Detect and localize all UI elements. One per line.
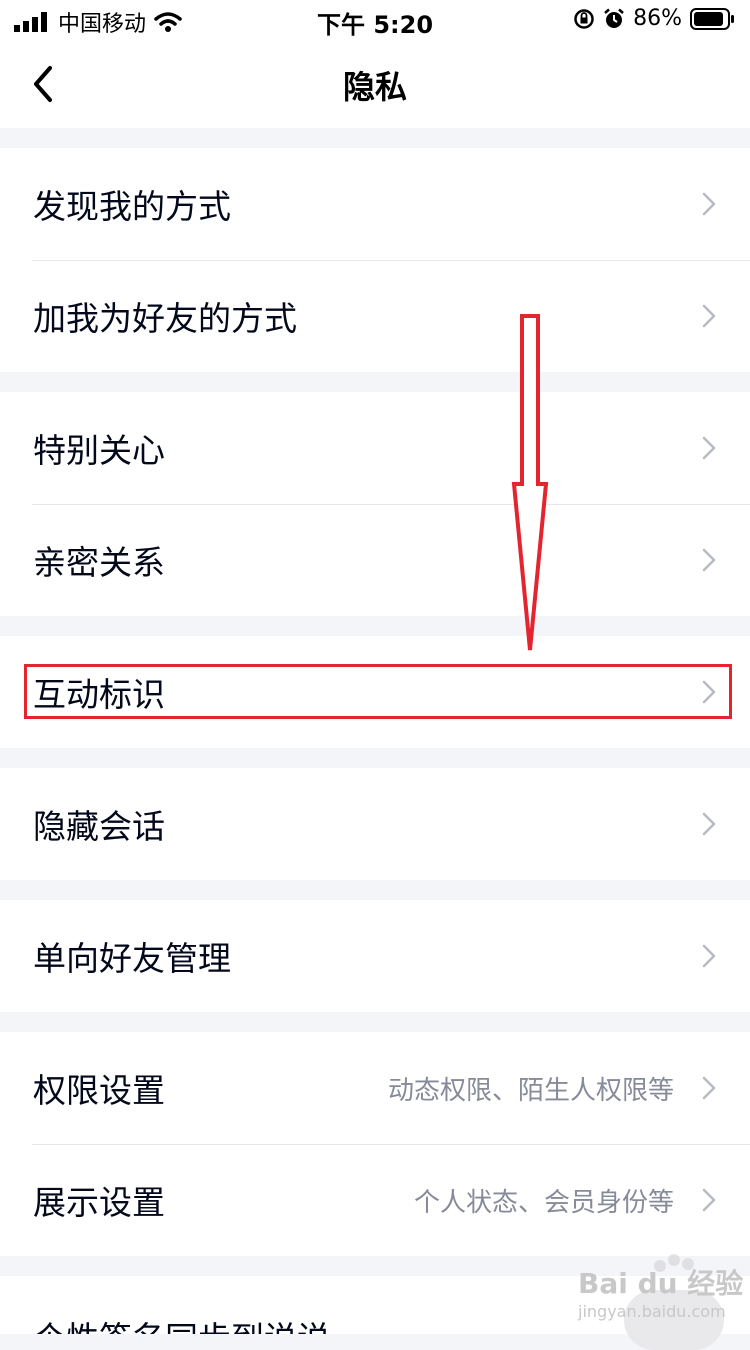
setting-row-permission-settings[interactable]: 权限设置 动态权限、陌生人权限等 xyxy=(0,1032,750,1144)
watermark-url: jingyan.baidu.com xyxy=(578,1302,726,1321)
setting-label: 亲密关系 xyxy=(33,543,165,582)
setting-detail: 动态权限、陌生人权限等 xyxy=(387,1075,674,1106)
setting-label: 加我为好友的方式 xyxy=(33,299,297,338)
annotation-highlight-box xyxy=(24,664,732,719)
chevron-right-icon xyxy=(702,944,716,968)
settings-group-one-way: 单向好友管理 xyxy=(0,900,750,1012)
chevron-right-icon xyxy=(702,548,716,572)
orientation-lock-icon xyxy=(574,8,594,29)
setting-label: 展示设置 xyxy=(33,1183,165,1222)
status-right: 86% xyxy=(573,6,736,31)
settings-group-permissions: 权限设置 动态权限、陌生人权限等 展示设置 个人状态、会员身份等 xyxy=(0,1032,750,1256)
setting-row-display-settings[interactable]: 展示设置 个人状态、会员身份等 xyxy=(0,1144,750,1256)
setting-row-hidden-chats[interactable]: 隐藏会话 xyxy=(0,768,750,880)
settings-group-hidden: 隐藏会话 xyxy=(0,768,750,880)
setting-row-special-care[interactable]: 特别关心 xyxy=(0,392,750,504)
setting-detail: 个人状态、会员身份等 xyxy=(413,1187,674,1218)
setting-row-find-me[interactable]: 发现我的方式 xyxy=(0,148,750,260)
setting-row-one-way-friends[interactable]: 单向好友管理 xyxy=(0,900,750,1012)
chevron-right-icon xyxy=(702,192,716,216)
chevron-right-icon xyxy=(702,436,716,460)
setting-label: 特别关心 xyxy=(33,431,165,470)
setting-label: 隐藏会话 xyxy=(33,807,165,846)
setting-label: 发现我的方式 xyxy=(33,187,231,226)
chevron-right-icon xyxy=(702,304,716,328)
settings-group-discovery: 发现我的方式 加我为好友的方式 xyxy=(0,148,750,372)
setting-label: 权限设置 xyxy=(33,1071,165,1110)
chevron-right-icon xyxy=(702,1076,716,1100)
setting-row-intimate-relationship[interactable]: 亲密关系 xyxy=(0,504,750,616)
page-title: 隐私 xyxy=(342,68,407,106)
watermark-brand: Bai du 经验 xyxy=(578,1267,744,1300)
nav-bar: 隐私 xyxy=(0,40,750,128)
setting-row-add-friend-method[interactable]: 加我为好友的方式 xyxy=(0,260,750,372)
setting-label: 单向好友管理 xyxy=(33,939,231,978)
settings-group-relations: 特别关心 亲密关系 xyxy=(0,392,750,616)
chevron-right-icon xyxy=(702,1188,716,1212)
status-bar: 中国移动 下午 5:20 86% xyxy=(0,0,750,40)
battery-icon xyxy=(690,7,734,30)
annotation-down-arrow-icon xyxy=(511,314,549,651)
setting-label: 个性签名同步到说说 xyxy=(33,1312,330,1334)
chevron-right-icon xyxy=(702,812,716,836)
battery-percent: 86% xyxy=(633,6,682,31)
alarm-icon xyxy=(604,8,624,28)
